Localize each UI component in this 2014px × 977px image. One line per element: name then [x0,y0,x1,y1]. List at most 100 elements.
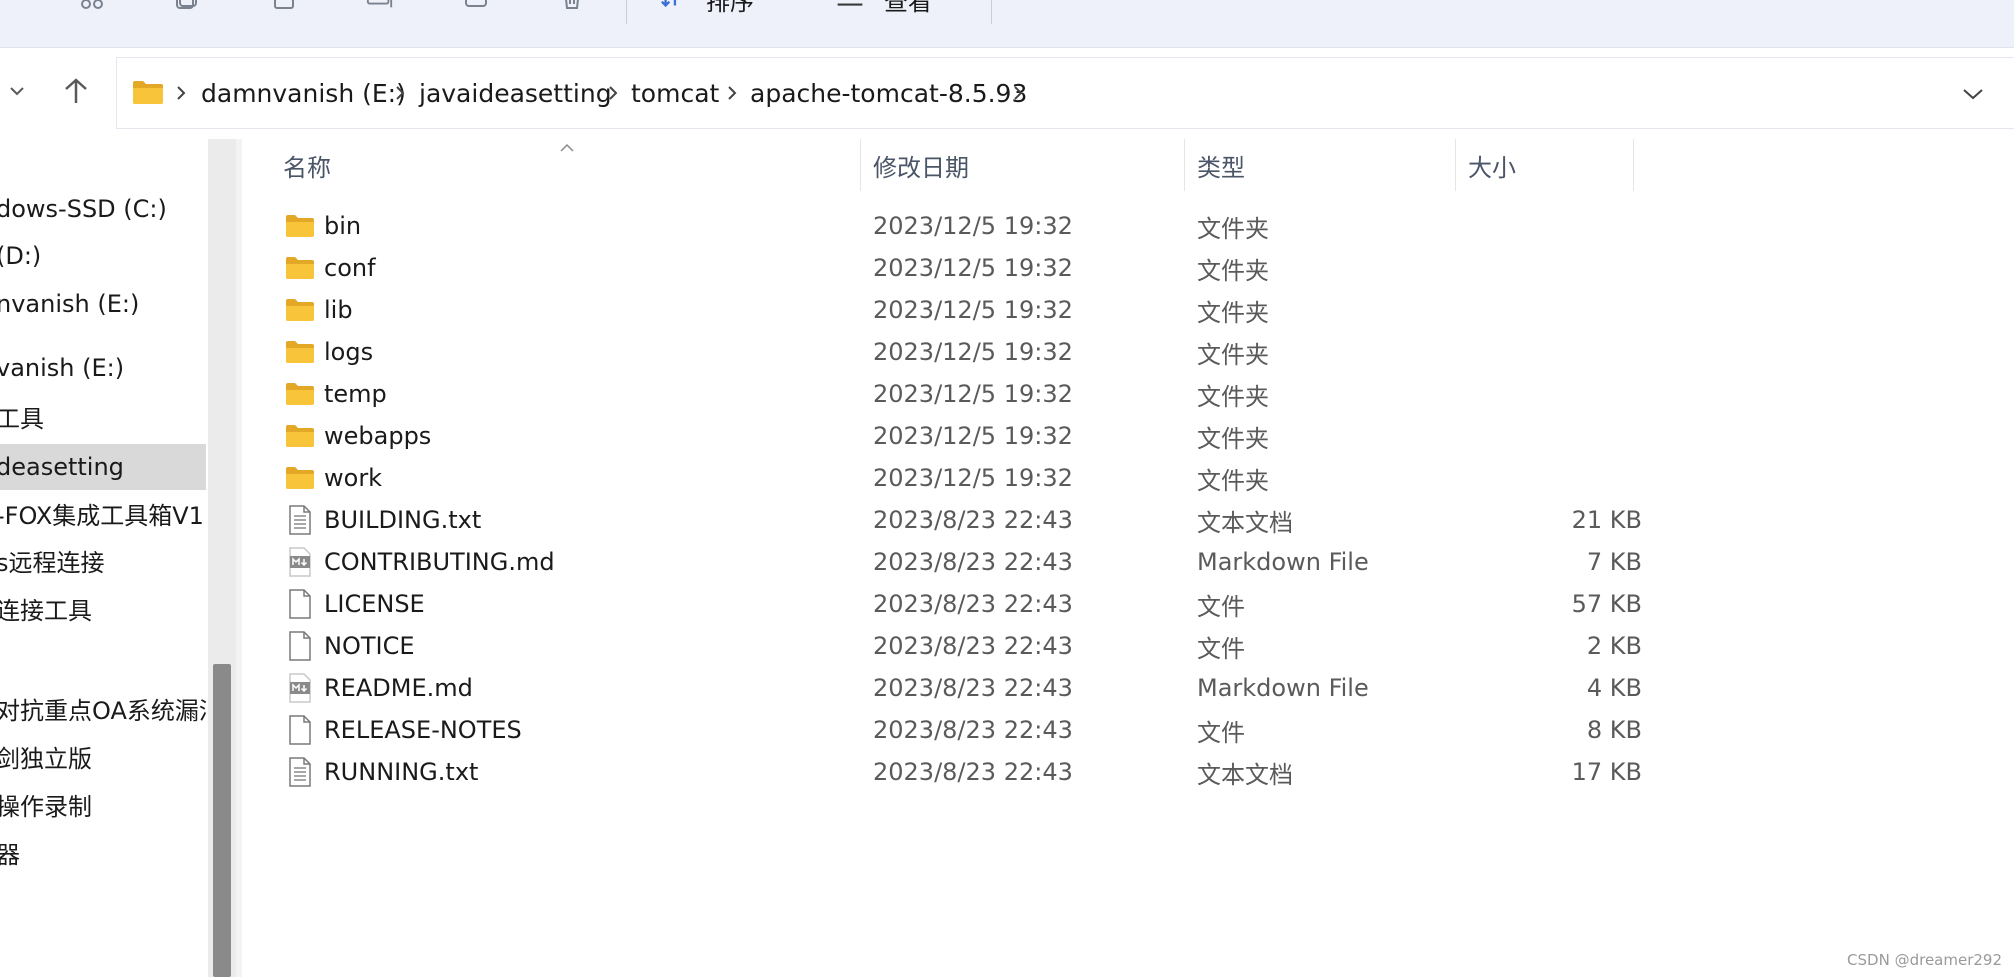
file-size [1282,331,1642,373]
view-button[interactable]: 查看 [884,0,932,17]
recent-locations-chevron-icon[interactable] [4,66,30,116]
breadcrumb-chevron-icon[interactable] [1010,81,1026,105]
delete-icon[interactable] [558,0,586,10]
file-name: logs [324,338,374,366]
breadcrumb-item-drive[interactable]: damnvanish (E:) [201,58,406,128]
file-row[interactable]: bin 2023/12/5 19:32 文件夹 [242,205,1642,247]
file-type: 文件夹 [1197,466,1269,495]
rename-icon[interactable] [366,0,394,10]
column-separator[interactable] [860,139,861,191]
column-separator[interactable] [1184,139,1185,191]
column-header-type[interactable]: 类型 [1197,139,1245,191]
file-modified-date: 2023/12/5 19:32 [873,464,1073,492]
file-modified-date: 2023/8/23 22:43 [873,506,1073,534]
nav-item-javaideasetting[interactable]: deasetting [0,444,206,490]
file-row[interactable]: README.md 2023/8/23 22:43 Markdown File 4 K… [242,667,1642,709]
nav-item-device[interactable]: 器 [0,829,206,875]
file-row[interactable]: CONTRIBUTING.md 2023/8/23 22:43 Markdown F… [242,541,1642,583]
file-size [1282,415,1642,457]
nav-item-standalone[interactable]: 剑独立版 [0,733,206,779]
markdown-file-icon [284,672,316,704]
breadcrumb-chevron-icon[interactable] [605,81,621,105]
column-separator[interactable] [1633,139,1634,191]
nav-item-remote-connection[interactable]: s远程连接 [0,537,206,583]
file-row[interactable]: lib 2023/12/5 19:32 文件夹 [242,289,1642,331]
folder-icon [284,462,316,494]
copy-icon[interactable] [174,0,202,10]
file-type: 文件 [1197,592,1245,621]
breadcrumb-chevron-icon[interactable] [724,81,740,105]
up-arrow-icon[interactable] [56,66,96,116]
share-icon[interactable] [78,0,106,10]
sort-button[interactable]: 排序 [706,0,754,17]
breadcrumb-chevron-icon[interactable] [392,81,408,105]
file-row[interactable]: BUILDING.txt 2023/8/23 22:43 文本文档 21 KB [242,499,1642,541]
file-row[interactable]: work 2023/12/5 19:32 文件夹 [242,457,1642,499]
file-name: BUILDING.txt [324,506,482,534]
nav-item-label: 器 [0,840,20,869]
column-header-name[interactable]: 名称 [283,139,331,191]
nav-item-tools[interactable]: 工具 [0,393,206,439]
address-history-chevron-icon[interactable] [1959,80,1987,108]
nav-pane-scrollbar-thumb[interactable] [213,664,231,977]
file-row[interactable]: LICENSE 2023/8/23 22:43 文件 57 KB [242,583,1642,625]
file-row[interactable]: temp 2023/12/5 19:32 文件夹 [242,373,1642,415]
file-row[interactable]: RUNNING.txt 2023/8/23 22:43 文本文档 17 KB [242,751,1642,793]
nav-item-c-drive[interactable]: dows-SSD (C:) [0,186,206,232]
nav-item-label: vanish (E:) [0,354,125,382]
blank-file-icon [284,714,316,746]
text-file-icon [284,756,316,788]
address-bar[interactable]: damnvanish (E:) javaideasetting tomcat a… [116,57,2014,129]
view-icon[interactable] [836,0,864,10]
nav-item-recording[interactable]: 操作录制 [0,781,206,827]
column-header-date[interactable]: 修改日期 [873,139,969,191]
folder-icon [284,378,316,410]
file-modified-date: 2023/8/23 22:43 [873,548,1073,576]
file-type: 文件夹 [1197,382,1269,411]
nav-item-label: 对抗重点OA系统漏洞 [0,696,206,725]
watermark: CSDN @dreamer292 [1847,951,2002,969]
nav-item-oa-vuln[interactable]: 对抗重点OA系统漏洞 [0,685,206,731]
nav-item-connection-tools[interactable]: 连接工具 [0,585,206,631]
file-type: 文本文档 [1197,760,1293,789]
share-outline-icon[interactable] [462,0,490,10]
nav-item-e-drive[interactable]: nvanish (E:) [0,281,206,327]
file-type: 文件 [1197,718,1245,747]
nav-item-d-drive[interactable]: (D:) [0,233,206,279]
file-modified-date: 2023/12/5 19:32 [873,422,1073,450]
breadcrumb-chevron-icon[interactable] [173,81,189,105]
file-name: work [324,464,383,492]
file-type: 文件夹 [1197,214,1269,243]
blank-file-icon [284,588,316,620]
file-name: conf [324,254,376,282]
file-size: 7 KB [1586,548,1642,576]
nav-item-label: nvanish (E:) [0,290,140,318]
nav-item-fox-toolbox[interactable]: -FOX集成工具箱V1 [0,490,206,536]
file-row[interactable]: conf 2023/12/5 19:32 文件夹 [242,247,1642,289]
column-header-size[interactable]: 大小 [1468,139,1516,191]
file-row[interactable]: webapps 2023/12/5 19:32 文件夹 [242,415,1642,457]
nav-item-label: 剑独立版 [0,744,92,773]
toolbar-separator [991,0,992,24]
file-size [1282,373,1642,415]
file-type: 文件夹 [1197,298,1269,327]
breadcrumb-item-current[interactable]: apache-tomcat-8.5.93 [750,58,1027,128]
nav-item-label: 工具 [0,404,44,433]
file-name: webapps [324,422,432,450]
file-name: RUNNING.txt [324,758,479,786]
sort-icon[interactable] [660,0,688,10]
breadcrumb-item-javaideasetting[interactable]: javaideasetting [419,58,612,128]
nav-pane-scrollbar[interactable] [208,139,236,977]
file-row[interactable]: NOTICE 2023/8/23 22:43 文件 2 KB [242,625,1642,667]
file-modified-date: 2023/12/5 19:32 [873,254,1073,282]
folder-icon [132,78,164,106]
file-type: 文件 [1197,634,1245,663]
file-row[interactable]: logs 2023/12/5 19:32 文件夹 [242,331,1642,373]
column-separator[interactable] [1455,139,1456,191]
file-row[interactable]: RELEASE-NOTES 2023/8/23 22:43 文件 8 KB [242,709,1642,751]
paste-icon[interactable] [270,0,298,10]
nav-item-e-drive-network[interactable]: vanish (E:) [0,345,206,391]
file-modified-date: 2023/8/23 22:43 [873,716,1073,744]
text-file-icon [284,504,316,536]
breadcrumb-item-tomcat[interactable]: tomcat [631,58,719,128]
